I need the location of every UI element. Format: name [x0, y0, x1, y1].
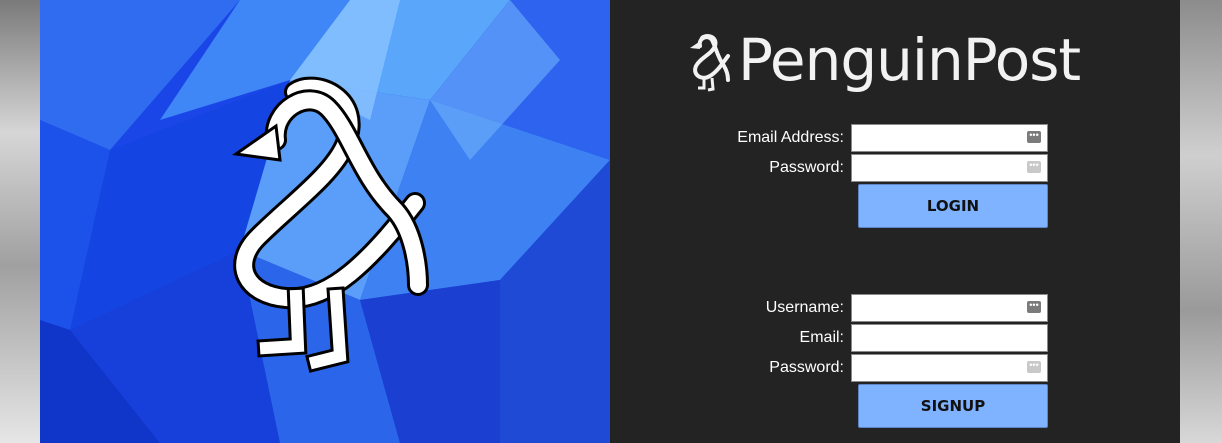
password-manager-key-icon[interactable]: •••	[1027, 131, 1041, 143]
password-manager-key-icon[interactable]: •••	[1027, 161, 1041, 173]
signup-password-label: Password:	[769, 359, 844, 376]
password-manager-key-icon[interactable]: •••	[1027, 361, 1041, 373]
signup-email-label: Email:	[799, 329, 844, 346]
penguin-ampersand-logo-icon	[690, 34, 730, 92]
login-email-row: Email Address: •••	[610, 124, 1180, 152]
login-email-label: Email Address:	[737, 129, 844, 146]
password-manager-key-icon[interactable]: •••	[1027, 301, 1041, 313]
auth-panel: PenguinPost Email Address: ••• Password:…	[610, 0, 1180, 443]
signup-password-field[interactable]: •••	[851, 354, 1048, 382]
brand-header: PenguinPost	[684, 22, 1081, 98]
signup-email-row: Email:	[610, 324, 1180, 352]
login-password-label: Password:	[769, 159, 844, 176]
signup-username-field[interactable]: •••	[851, 294, 1048, 322]
login-password-input[interactable]	[852, 155, 1030, 181]
penguin-ampersand-icon	[232, 76, 429, 373]
login-button[interactable]: LOGIN	[858, 184, 1048, 228]
login-email-input[interactable]	[852, 125, 1030, 151]
brand-name: PenguinPost	[738, 26, 1081, 94]
background-right	[1180, 0, 1222, 443]
login-password-row: Password: •••	[610, 154, 1180, 182]
login-email-field[interactable]: •••	[851, 124, 1048, 152]
background-left	[0, 0, 40, 443]
signup-button[interactable]: SIGNUP	[858, 384, 1048, 428]
signup-username-input[interactable]	[852, 295, 1030, 321]
signup-password-input[interactable]	[852, 355, 1030, 381]
signup-email-field[interactable]	[851, 324, 1048, 352]
signup-email-input[interactable]	[852, 325, 1030, 351]
signup-username-label: Username:	[765, 299, 844, 316]
hero-image	[40, 0, 610, 443]
login-password-field[interactable]: •••	[851, 154, 1048, 182]
signup-password-row: Password: •••	[610, 354, 1180, 382]
signup-username-row: Username: •••	[610, 294, 1180, 322]
